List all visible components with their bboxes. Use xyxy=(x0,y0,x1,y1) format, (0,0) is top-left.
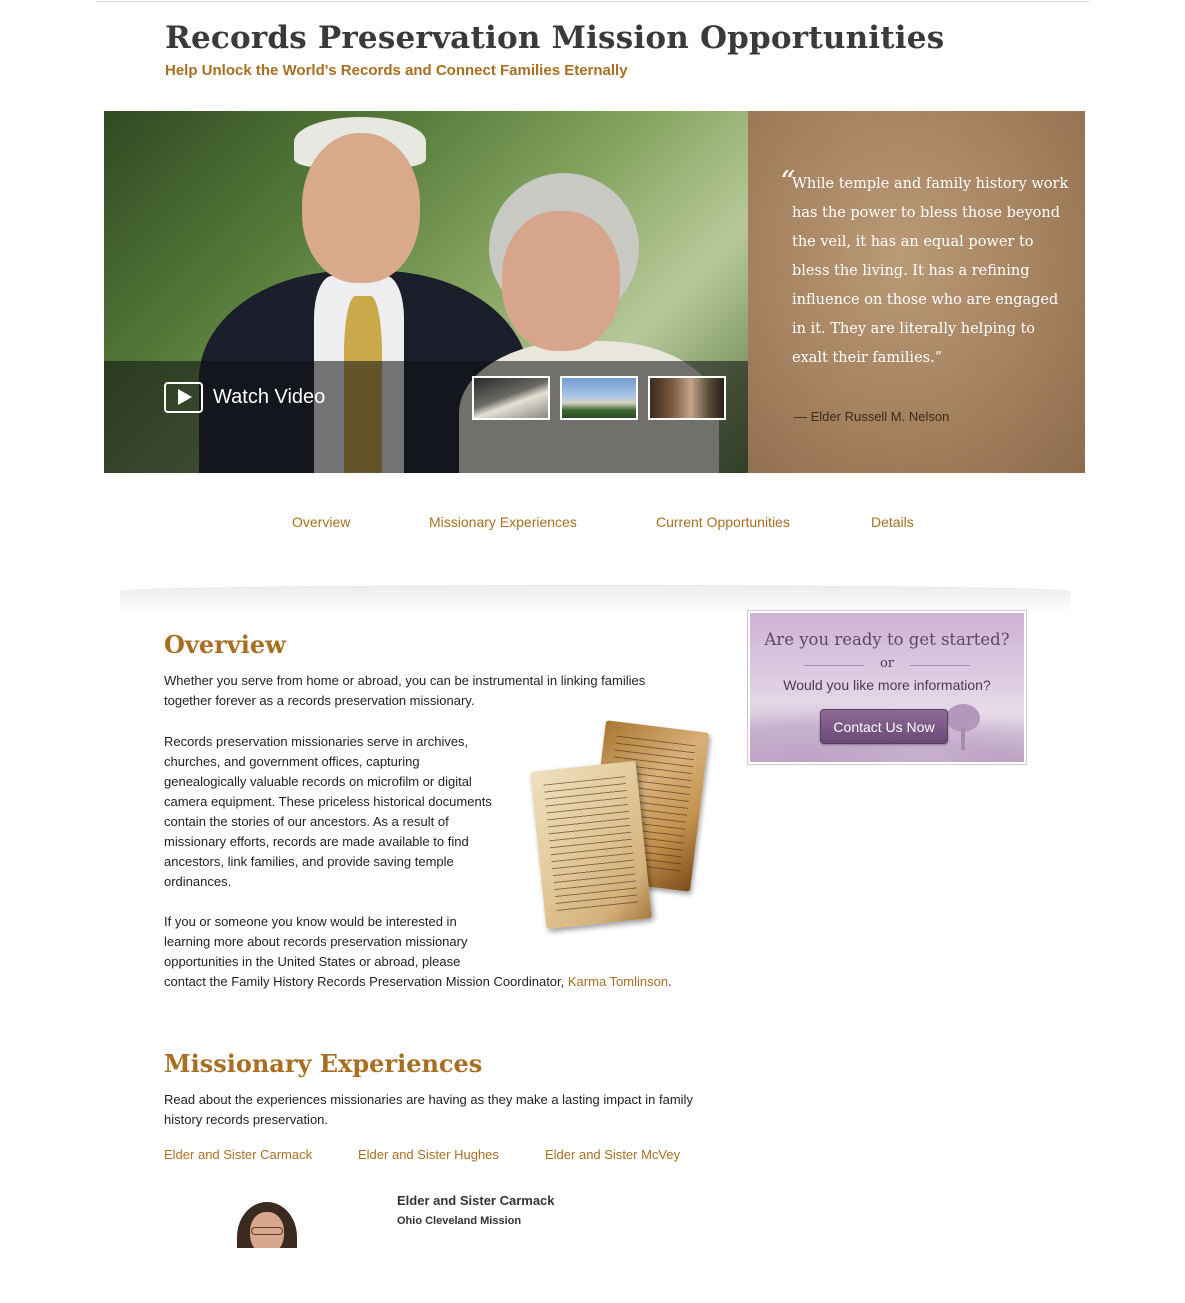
nav-missionary-experiences[interactable]: Missionary Experiences xyxy=(429,514,577,530)
hero-banner: Watch Video “ While temple and family hi… xyxy=(104,111,1085,473)
hero-photo: Watch Video xyxy=(104,111,748,473)
coordinator-contact-link[interactable]: Karma Tomlinson xyxy=(568,974,668,989)
overview-paragraph-1: Whether you serve from home or abroad, y… xyxy=(164,673,646,708)
missionary-experiences-heading: Missionary Experiences xyxy=(164,1049,483,1078)
cta-or: or xyxy=(750,656,1024,671)
tree-icon xyxy=(946,704,980,750)
nav-current-opportunities[interactable]: Current Opportunities xyxy=(656,514,790,530)
featured-couple-mission: Ohio Cleveland Mission xyxy=(397,1215,522,1227)
quote-panel: “ While temple and family history work h… xyxy=(748,111,1085,473)
nav-details[interactable]: Details xyxy=(871,514,914,530)
top-divider xyxy=(96,1,1089,2)
experience-link-mcvey[interactable]: Elder and Sister McVey xyxy=(545,1147,680,1162)
featured-couple-name: Elder and Sister Carmack xyxy=(397,1193,555,1208)
experience-link-carmack[interactable]: Elder and Sister Carmack xyxy=(164,1147,312,1162)
contact-us-button[interactable]: Contact Us Now xyxy=(820,709,948,744)
page-title: Records Preservation Mission Opportuniti… xyxy=(165,20,945,56)
video-bar: Watch Video xyxy=(104,361,748,473)
historical-documents-image xyxy=(528,720,710,930)
video-thumbnail-1[interactable] xyxy=(472,376,550,420)
video-thumbnail-2[interactable] xyxy=(560,376,638,420)
video-thumbnails xyxy=(472,376,726,420)
missionary-experiences-intro: Read about the experiences missionaries … xyxy=(164,1092,693,1127)
overview-heading: Overview xyxy=(164,630,286,659)
play-icon xyxy=(164,382,203,413)
watch-video-label: Watch Video xyxy=(213,386,326,408)
experience-link-hughes[interactable]: Elder and Sister Hughes xyxy=(358,1147,499,1162)
quote-author: — Elder Russell M. Nelson xyxy=(794,409,950,424)
page-subtitle: Help Unlock the World's Records and Conn… xyxy=(165,62,628,79)
section-nav: Overview Missionary Experiences Current … xyxy=(0,514,1185,534)
cta-subheading: Would you like more information? xyxy=(783,677,991,693)
cta-heading: Are you ready to get started? xyxy=(764,630,1010,649)
nav-overview[interactable]: Overview xyxy=(292,514,350,530)
quote-text: While temple and family history work has… xyxy=(792,176,1069,366)
watch-video-button[interactable]: Watch Video xyxy=(164,382,325,413)
overview-paragraph-2: Records preservation missionaries serve … xyxy=(164,734,492,889)
get-started-box: Are you ready to get started? or Would y… xyxy=(747,610,1027,765)
video-thumbnail-3[interactable] xyxy=(648,376,726,420)
missionary-portrait xyxy=(237,1202,297,1248)
